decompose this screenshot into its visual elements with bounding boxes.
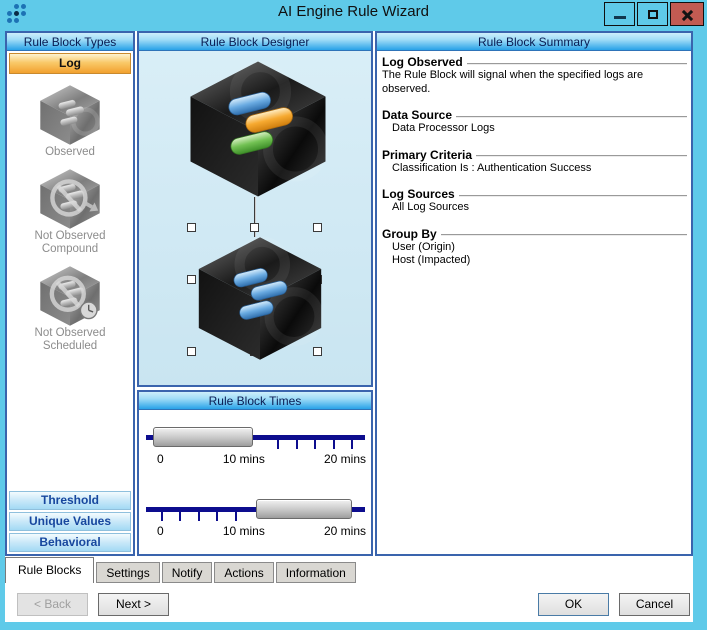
summary-body: Log Observed The Rule Block will signal … (377, 51, 691, 554)
slider-handle-1[interactable] (153, 427, 253, 447)
slider-labels-2: 0 10 mins 20 mins (146, 524, 366, 538)
summary-section-group-by: Group By User (Origin) Host (Impacted) (382, 227, 687, 268)
selection-handle-top-center[interactable] (250, 223, 259, 232)
ok-button[interactable]: OK (538, 593, 609, 616)
section-rule-line (476, 155, 687, 157)
back-button[interactable]: < Back (17, 593, 88, 616)
bottom-tab-strip: Rule Blocks Settings Notify Actions Info… (5, 557, 356, 583)
type-label-not-observed-scheduled-1: Not Observed (34, 327, 106, 339)
log-cube-not-observed-scheduled-icon (40, 266, 100, 326)
section-value: Classification Is : Authentication Succe… (392, 161, 592, 174)
tab-notify[interactable]: Notify (161, 562, 213, 583)
close-button[interactable] (670, 2, 704, 26)
selection-handle-top-left[interactable] (187, 223, 196, 232)
section-title: Group By (382, 226, 437, 241)
maximize-button[interactable] (637, 2, 668, 26)
titlebar: AI Engine Rule Wizard (0, 0, 707, 27)
next-button[interactable]: Next > (98, 593, 169, 616)
rule-block-cube-selected-icon[interactable] (192, 235, 328, 362)
unique-values-type-button[interactable]: Unique Values (9, 512, 131, 531)
slider2-label-10: 10 mins (222, 524, 265, 538)
type-button-group: Threshold Unique Values Behavioral (7, 489, 133, 554)
section-title: Log Observed (382, 55, 463, 69)
ai-engine-rule-wizard-window: AI Engine Rule Wizard Rule Block Types L… (0, 0, 707, 630)
type-label-not-observed-scheduled-2: Scheduled (42, 340, 98, 352)
type-icon-list: Observed Not Observed Compound Not Obser… (7, 76, 133, 489)
minimize-button[interactable] (604, 2, 635, 26)
section-rule-line (456, 115, 687, 118)
section-title: Log Sources (382, 187, 455, 201)
log-cube-observed-icon (40, 85, 100, 145)
slider1-label-0: 0 (157, 452, 164, 466)
section-title: Primary Criteria (382, 147, 473, 162)
cancel-button[interactable]: Cancel (619, 593, 690, 616)
section-rule-line (458, 194, 687, 197)
rule-block-summary-header: Rule Block Summary (377, 33, 691, 51)
section-value: Data Processor Logs (392, 122, 495, 134)
tab-information[interactable]: Information (275, 562, 356, 583)
summary-section-data-source: Data Source Data Processor Logs (382, 108, 687, 136)
type-item-not-observed-compound[interactable]: Not Observed Compound (34, 168, 106, 256)
summary-section-primary-criteria: Primary Criteria Classification Is : Aut… (382, 148, 687, 176)
maximize-icon (648, 10, 658, 19)
rule-block-designer-panel: Rule Block Designer (137, 31, 373, 387)
slider-labels-1: 0 10 mins 20 mins (146, 452, 366, 466)
type-item-observed[interactable]: Observed (37, 84, 103, 159)
section-value: The Rule Block will signal when the spec… (382, 69, 644, 95)
summary-section-log-observed: Log Observed The Rule Block will signal … (382, 55, 687, 96)
slider1-label-20: 20 mins (323, 452, 366, 466)
tab-actions[interactable]: Actions (214, 562, 274, 583)
rule-block-designer-header: Rule Block Designer (139, 33, 371, 51)
rule-block-summary-panel: Rule Block Summary Log Observed The Rule… (375, 31, 693, 556)
rule-block-times-panel: Rule Block Times 0 10 mins 20 mins 0 10 … (137, 390, 373, 556)
selection-handle-top-right[interactable] (313, 223, 322, 232)
slider2-label-20: 20 mins (323, 524, 366, 538)
slider2-label-0: 0 (157, 524, 164, 538)
type-label-not-observed-compound-1: Not Observed (34, 230, 106, 242)
section-rule-line (440, 234, 687, 236)
log-type-button[interactable]: Log (9, 53, 131, 74)
rule-block-times-header: Rule Block Times (139, 392, 371, 410)
tab-settings[interactable]: Settings (96, 562, 160, 583)
section-rule-line (466, 62, 687, 65)
section-value: All Log Sources (392, 201, 470, 213)
threshold-type-button[interactable]: Threshold (9, 491, 131, 510)
behavioral-type-button[interactable]: Behavioral (9, 533, 131, 552)
slider1-label-10: 10 mins (222, 452, 265, 466)
section-value: Host (Impacted) (392, 254, 471, 266)
slider-handle-2[interactable] (256, 499, 352, 519)
tab-rule-blocks[interactable]: Rule Blocks (5, 557, 95, 583)
section-value: User (Origin) (392, 240, 455, 253)
log-cube-not-observed-compound-icon (40, 169, 100, 229)
type-label-not-observed-compound-2: Compound (41, 243, 99, 255)
section-title: Data Source (382, 108, 453, 122)
summary-section-log-sources: Log Sources All Log Sources (382, 187, 687, 215)
minimize-icon (614, 16, 626, 19)
designer-canvas[interactable] (139, 51, 371, 385)
rule-block-cube-icon[interactable] (183, 59, 333, 199)
rule-block-types-header: Rule Block Types (7, 33, 133, 51)
type-label-observed: Observed (45, 146, 95, 158)
times-body: 0 10 mins 20 mins 0 10 mins 20 mins (139, 410, 371, 554)
window-title: AI Engine Rule Wizard (278, 3, 429, 20)
rule-block-types-panel: Rule Block Types Log Observed Not Observ… (5, 31, 135, 556)
type-item-not-observed-scheduled[interactable]: Not Observed Scheduled (34, 265, 106, 353)
